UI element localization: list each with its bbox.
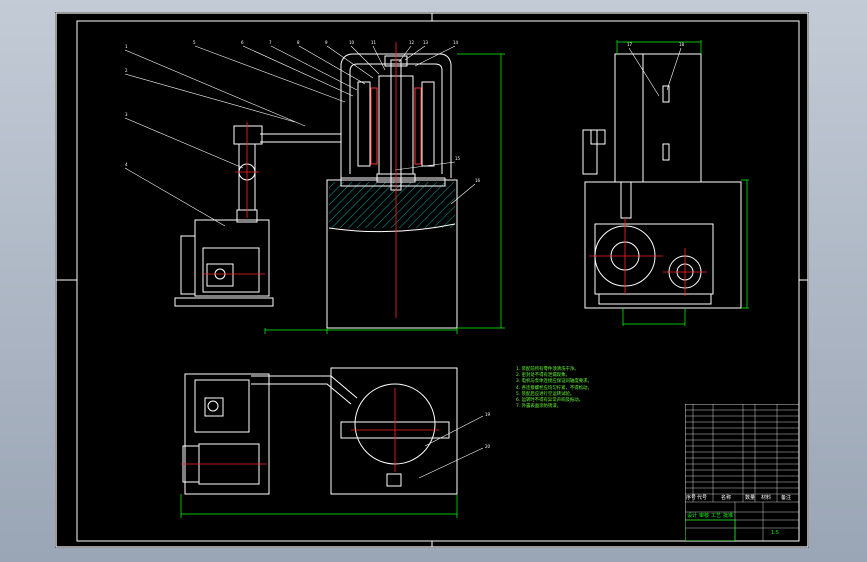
side-handle-top (662, 85, 670, 103)
svg-text:18: 18 (679, 42, 685, 47)
motor-body (202, 247, 260, 293)
side-pump-base (598, 293, 712, 305)
svg-text:3: 3 (125, 112, 128, 117)
top-base (330, 367, 458, 495)
note-line: 7. 外露表面涂防锈漆。 (516, 404, 562, 410)
side-base (584, 181, 742, 309)
top-dimensions (180, 494, 458, 518)
svg-text:5: 5 (193, 40, 196, 45)
side-riser (620, 181, 632, 219)
top-outlet (386, 473, 402, 487)
svg-text:7: 7 (269, 40, 272, 45)
footer-label: 批准 (723, 513, 734, 519)
coil-right-inner (414, 87, 422, 165)
svg-text:17: 17 (627, 42, 633, 47)
motor-box (206, 263, 234, 287)
side-leaders (628, 47, 682, 97)
title-block: 序号 代号 名称 数量 材料 备注 设计 审核 工艺 批准 1:5 (684, 403, 800, 542)
technical-requirements: 1. 装配前所有零件须清洗干净。 2. 密封处不得有泄漏现象。 3. 电机与泵体… (516, 367, 671, 410)
motor-fan (180, 235, 196, 295)
svg-text:4: 4 (125, 162, 128, 167)
header-cell: 代号 (697, 495, 708, 501)
footer-label: 设计 (687, 513, 698, 519)
top-callouts: 1920 (485, 412, 491, 449)
header-cell: 序号 (686, 495, 697, 501)
drawing-sheet: 1234 5678 9 10 11 12 13 14 15 16 17 18 1… (55, 12, 809, 548)
svg-text:19: 19 (485, 412, 491, 417)
svg-text:12: 12 (409, 40, 415, 45)
pump-base (174, 297, 274, 307)
pump-body (194, 219, 270, 297)
top-pump-head (194, 379, 250, 433)
svg-text:10: 10 (349, 40, 355, 45)
svg-text:13: 13 (423, 40, 429, 45)
top-pipe (251, 375, 358, 405)
top-view (182, 367, 484, 495)
scale-value: 1:5 (771, 530, 780, 536)
title-block-grid (684, 403, 800, 542)
header-cell: 备注 (781, 495, 792, 501)
svg-text:1: 1 (125, 44, 128, 49)
svg-text:15: 15 (455, 156, 461, 161)
footer-label: 审核 (699, 513, 710, 519)
base-hatch-zone (329, 182, 455, 228)
svg-text:9: 9 (325, 40, 328, 45)
coil-left (357, 81, 371, 167)
side-pipe-cap (590, 129, 606, 145)
side-vessel (614, 53, 702, 183)
front-view-callouts: 1234 5678 9 10 11 12 13 141516 (125, 40, 481, 183)
cad-viewport[interactable]: 1234 5678 9 10 11 12 13 14 15 16 17 18 1… (0, 0, 867, 562)
front-view (124, 45, 476, 329)
coil-left-inner (370, 87, 378, 165)
svg-text:2: 2 (125, 68, 128, 73)
side-pipe-elbow (582, 129, 598, 175)
svg-text:6: 6 (241, 40, 244, 45)
side-door (614, 53, 644, 183)
top-leaders (418, 415, 484, 479)
svg-text:20: 20 (485, 444, 491, 449)
side-handle-bottom (662, 143, 670, 161)
pipe-elbow (233, 125, 263, 145)
svg-text:8: 8 (297, 40, 300, 45)
footer-label: 工艺 (711, 513, 722, 519)
header-cell: 材料 (761, 495, 772, 501)
svg-text:14: 14 (453, 40, 459, 45)
header-cell: 名称 (721, 495, 732, 501)
side-view (582, 47, 742, 309)
svg-text:11: 11 (371, 40, 377, 45)
svg-text:16: 16 (475, 178, 481, 183)
top-centerlines (181, 388, 439, 472)
top-inlet-port (207, 400, 219, 412)
header-cell: 数量 (745, 495, 756, 501)
coil-right (421, 81, 435, 167)
top-pump (184, 373, 270, 495)
vacuum-pipe (260, 133, 341, 143)
side-callouts: 17 18 (627, 42, 685, 47)
